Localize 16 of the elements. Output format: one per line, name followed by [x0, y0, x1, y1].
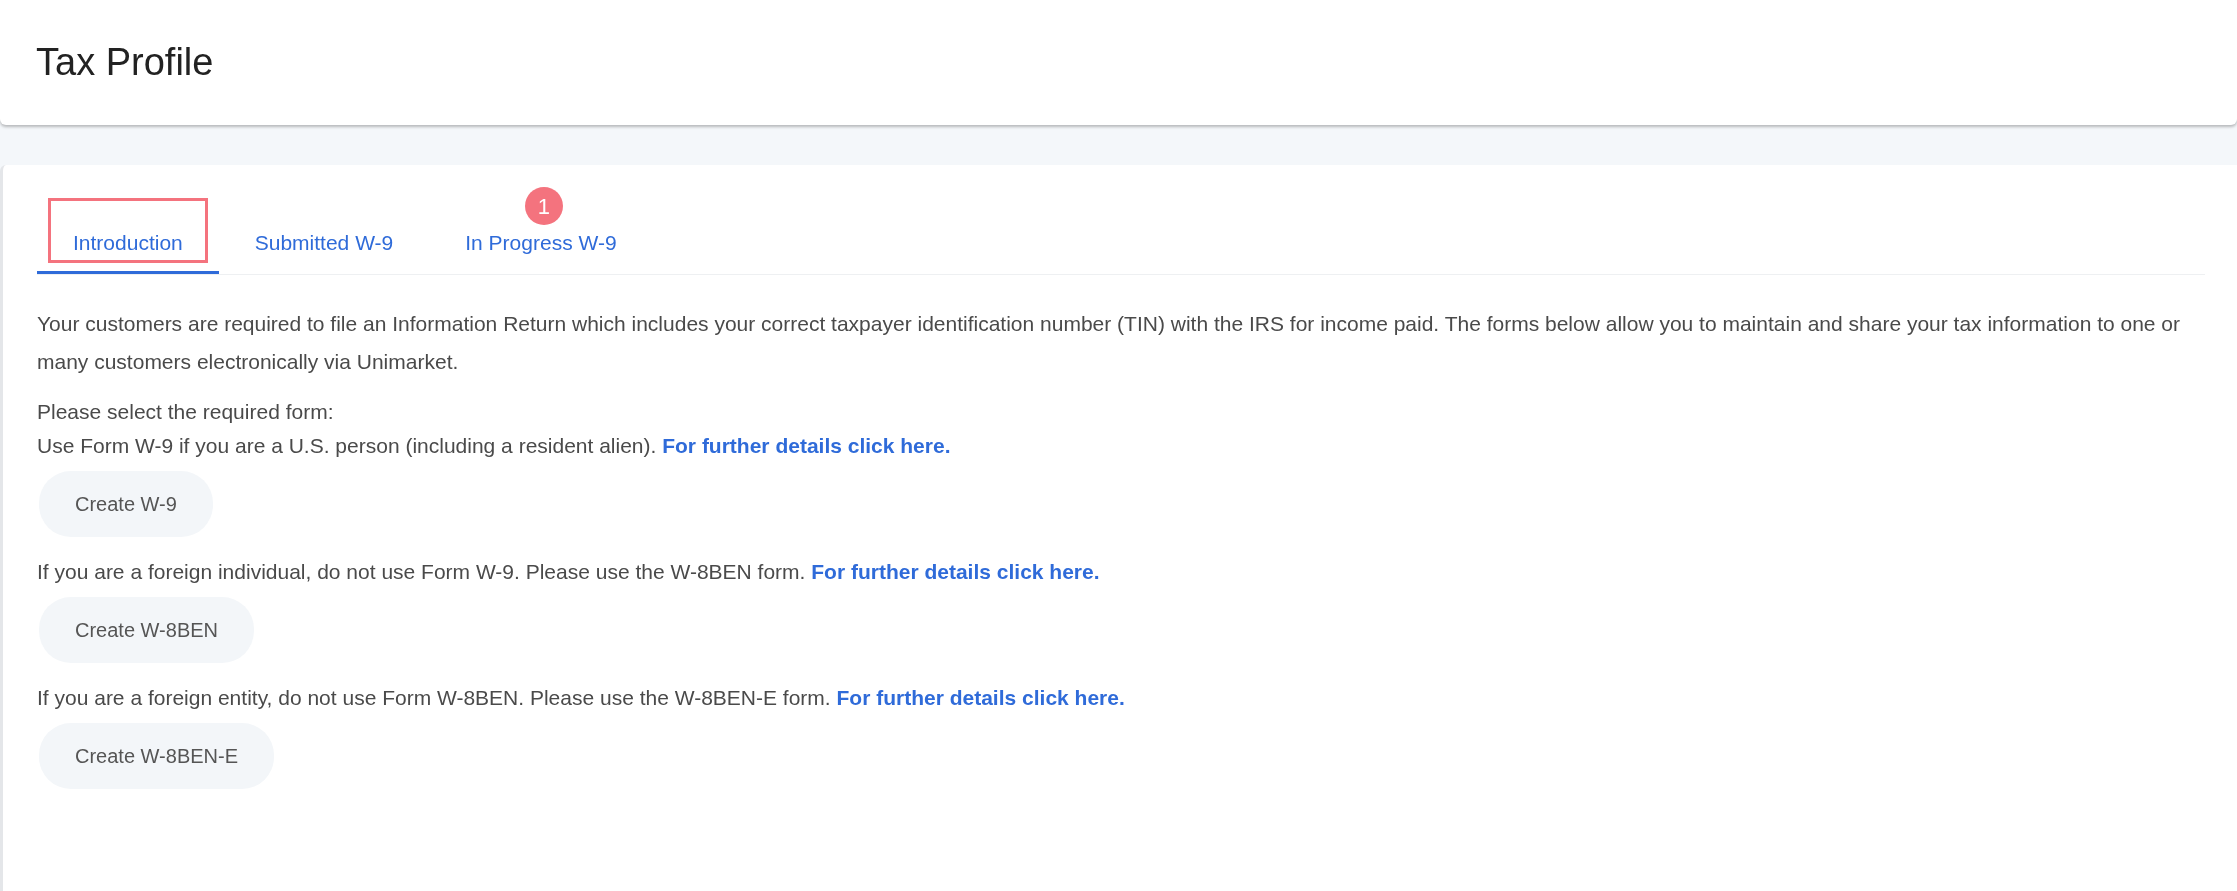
- create-form-button[interactable]: Create W-8BEN: [39, 596, 254, 663]
- details-link[interactable]: For further details click here.: [836, 685, 1125, 709]
- tab[interactable]: Introduction: [37, 187, 219, 274]
- prompt-text: Please select the required form:: [37, 398, 335, 425]
- details-link[interactable]: For further details click here.: [662, 433, 951, 457]
- create-form-button[interactable]: Create W-9: [39, 470, 213, 537]
- create-form-button[interactable]: Create W-8BEN-E: [39, 722, 274, 789]
- intro-paragraph: Your customers are required to file an Information Return which includes your correct taxpayer identification number (TIN) with the IRS for income paid. The forms below allow you to maintain and share your tax information to one or many customers electronically via Unimarket.: [37, 310, 2182, 375]
- option-text: Use Form W-9 if you are a U.S. person (including a resident alien).: [37, 433, 658, 457]
- tab[interactable]: In Progress W-9 1: [429, 187, 653, 274]
- option-text: If you are a foreign individual, do not use Form W-9. Please use the W-8BEN form.: [37, 559, 807, 583]
- option-text: If you are a foreign entity, do not use Form W-8BEN. Please use the W-8BEN-E form.: [37, 685, 832, 709]
- tab[interactable]: Submitted W-9: [218, 187, 430, 274]
- page-title: Tax Profile: [36, 39, 214, 85]
- count-badge: 1: [524, 187, 563, 225]
- details-link[interactable]: For further details click here.: [811, 559, 1100, 583]
